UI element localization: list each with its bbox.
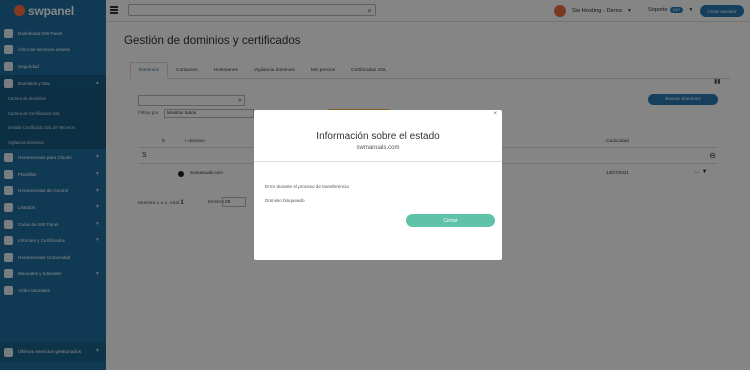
close-icon[interactable]: × bbox=[493, 111, 497, 117]
status-message-2: Dominio bloqueado bbox=[265, 198, 305, 203]
modal-title: Información sobre el estado bbox=[316, 131, 440, 142]
modal-subtitle: swmanuals.com bbox=[356, 145, 400, 151]
status-info-modal: × Información sobre el estado swmanuals.… bbox=[254, 110, 502, 260]
modal-divider bbox=[254, 161, 502, 162]
status-message-1: Error durante el proceso de transferenci… bbox=[265, 184, 349, 189]
close-button[interactable]: Cerrar bbox=[406, 214, 495, 227]
